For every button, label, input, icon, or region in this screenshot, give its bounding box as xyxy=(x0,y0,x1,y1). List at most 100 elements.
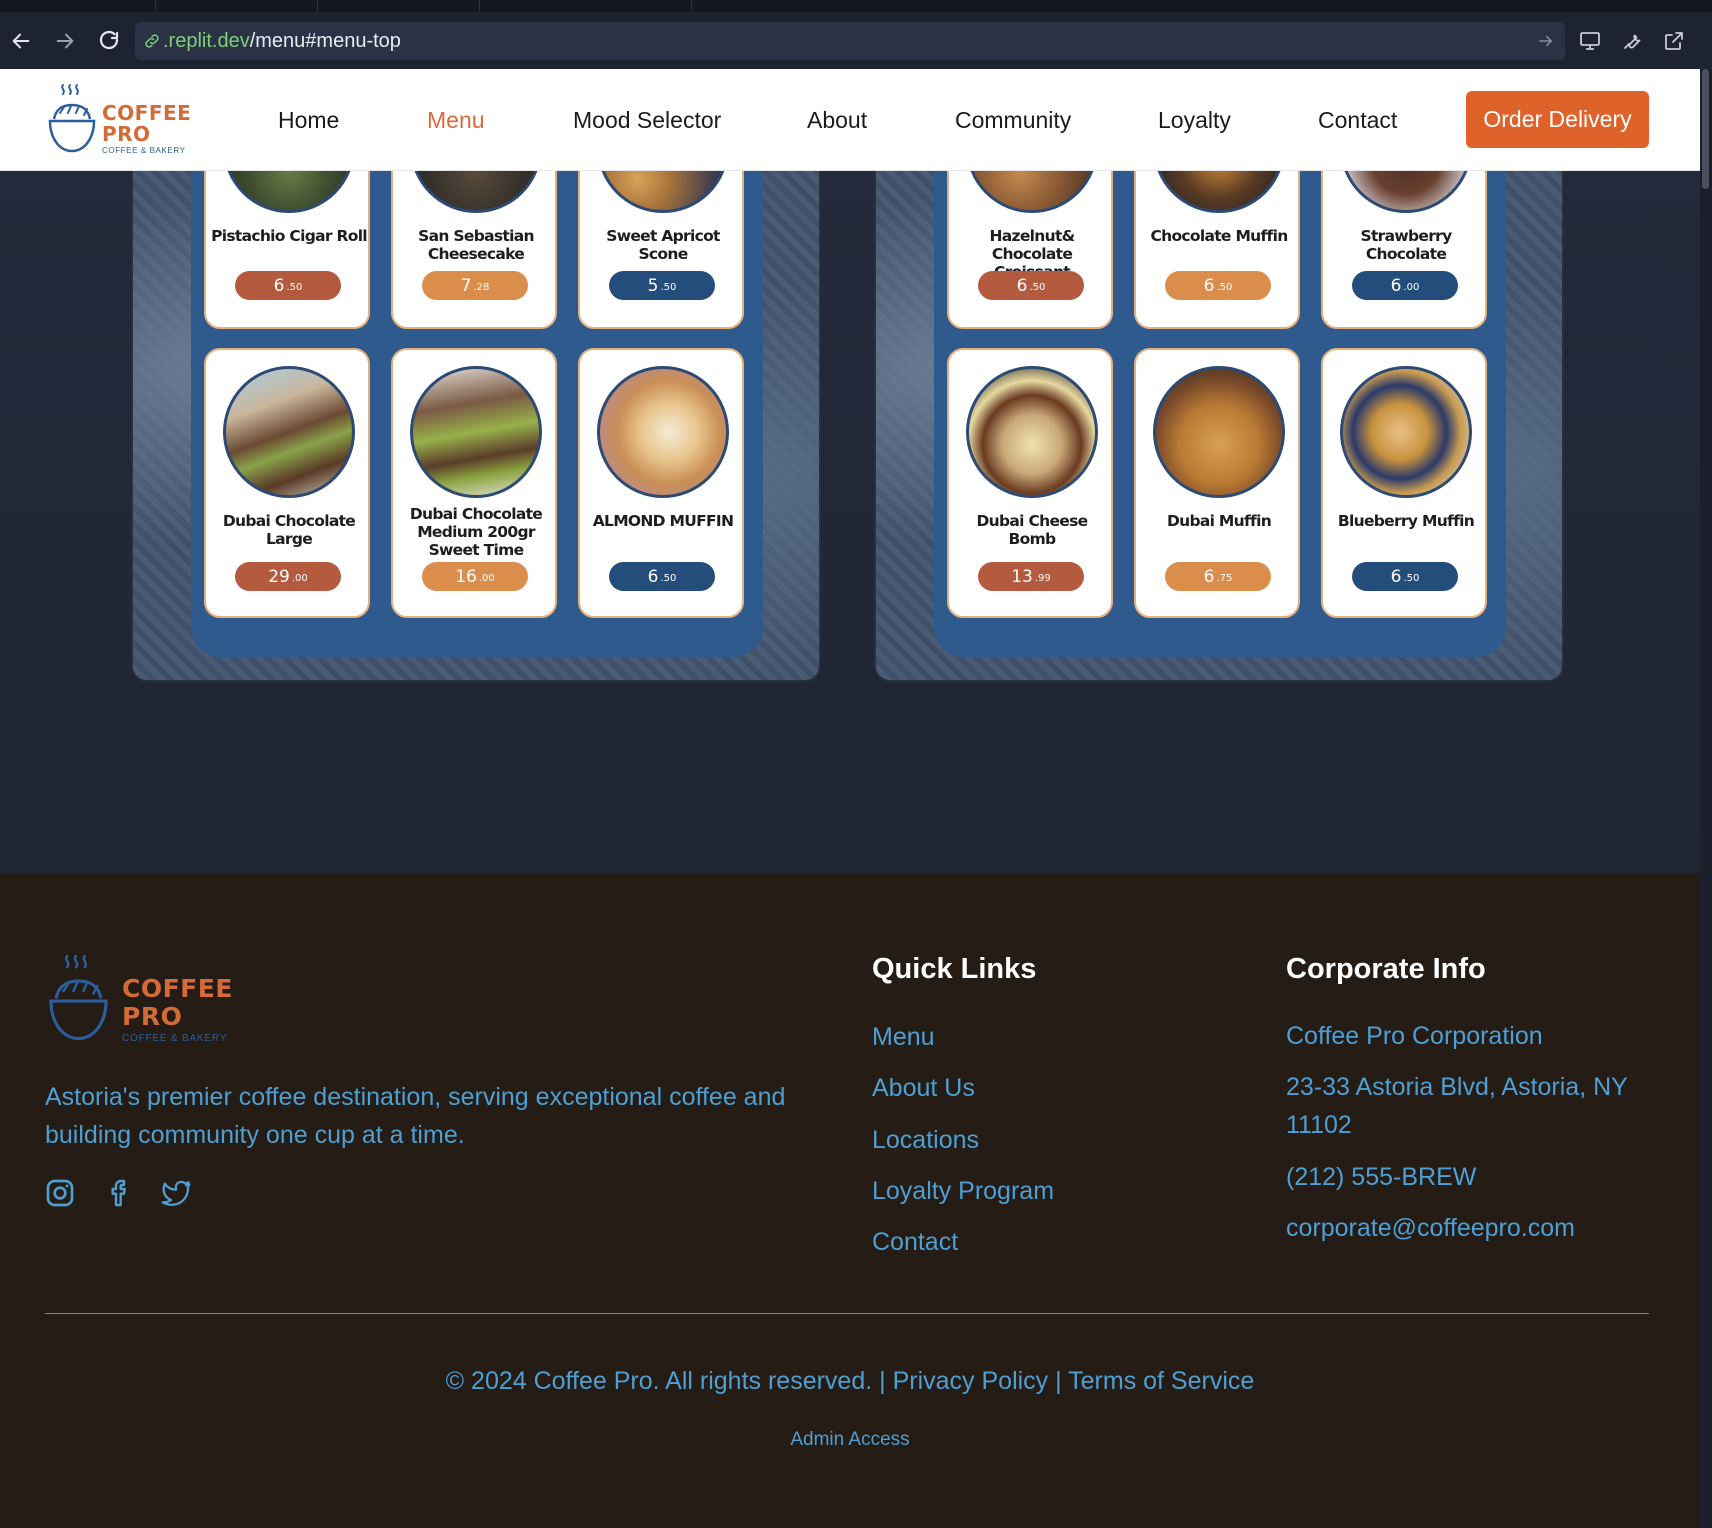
arrow-left-icon xyxy=(12,33,30,49)
address-bar[interactable]: .replit.dev/menu#menu-top xyxy=(135,22,1565,60)
menu-panel: Pistachio Cigar Roll 6.50 San Sebastian … xyxy=(191,171,763,657)
tab-divider xyxy=(317,0,318,12)
item-photo xyxy=(410,171,542,213)
logo-wordmark: COFFEE PRO xyxy=(102,101,192,146)
copyright-line: © 2024 Coffee Pro. All rights reserved. … xyxy=(0,1367,1700,1396)
menu-item-card[interactable]: Dubai Chocolate Medium 200gr Sweet Time … xyxy=(391,348,557,618)
menu-item-card[interactable]: Hazelnut& Chocolate Croissant 6.50 xyxy=(947,171,1113,329)
nav-menu[interactable]: Menu xyxy=(427,107,485,134)
twitter-icon xyxy=(161,1180,191,1206)
item-price: 5.50 xyxy=(609,271,715,300)
external-link-icon xyxy=(1665,32,1683,50)
item-price: 13.99 xyxy=(978,562,1084,591)
page-scrollbar[interactable] xyxy=(1700,69,1712,1528)
arrow-right-icon xyxy=(56,33,74,49)
item-name: San Sebastian Cheesecake xyxy=(418,227,534,263)
logo-tagline: COFFEE & BAKERY xyxy=(102,146,186,155)
menu-item-card[interactable]: Dubai Cheese Bomb 13.99 xyxy=(947,348,1113,618)
item-name: ALMOND MUFFIN xyxy=(592,512,734,530)
menu-item-card[interactable]: San Sebastian Cheesecake 7.28 xyxy=(391,171,557,329)
footer-logo[interactable]: COFFEE PRO COFFEE & BAKERY xyxy=(46,951,236,1051)
menu-item-card[interactable]: Strawberry Chocolate 6.00 xyxy=(1321,171,1487,329)
item-name: Strawberry Chocolate xyxy=(1360,227,1453,263)
menu-item-card[interactable]: Pistachio Cigar Roll 6.50 xyxy=(204,171,370,329)
item-photo xyxy=(597,366,729,498)
menu-item-card[interactable]: Sweet Apricot Scone 5.50 xyxy=(578,171,744,329)
item-photo xyxy=(966,171,1098,213)
corporate-info-heading: Corporate Info xyxy=(1286,953,1486,985)
reload-button[interactable] xyxy=(94,26,124,56)
item-photo xyxy=(410,366,542,498)
footer-link-contact[interactable]: Contact xyxy=(872,1228,958,1257)
menu-item-card[interactable]: Blueberry Muffin 6.50 xyxy=(1321,348,1487,618)
scrollbar-thumb[interactable] xyxy=(1702,69,1709,189)
item-name: Dubai Chocolate Medium 200gr Sweet Time xyxy=(409,505,543,559)
forward-button[interactable] xyxy=(50,26,80,56)
item-photo xyxy=(1340,171,1472,213)
header-logo[interactable]: COFFEE PRO COFFEE & BAKERY xyxy=(46,83,191,159)
item-name: Sweet Apricot Scone xyxy=(606,227,720,263)
menu-item-card[interactable]: ALMOND MUFFIN 6.50 xyxy=(578,348,744,618)
url-text: .replit.dev/menu#menu-top xyxy=(163,30,401,52)
site-footer: COFFEE PRO COFFEE & BAKERY Astoria's prem… xyxy=(0,873,1700,1528)
wrench-icon xyxy=(1624,34,1641,49)
menu-item-card[interactable]: Dubai Chocolate Large 29.00 xyxy=(204,348,370,618)
item-price: 7.28 xyxy=(422,271,528,300)
footer-link-about-us[interactable]: About Us xyxy=(872,1074,975,1103)
item-price: 16.00 xyxy=(422,562,528,591)
item-price: 29.00 xyxy=(235,562,341,591)
item-name: Blueberry Muffin xyxy=(1337,512,1475,530)
item-photo xyxy=(1153,171,1285,213)
item-photo xyxy=(223,171,355,213)
item-price: 6.50 xyxy=(235,271,341,300)
devtools-button[interactable] xyxy=(1617,26,1647,56)
order-delivery-button[interactable]: Order Delivery xyxy=(1466,91,1649,148)
item-price: 6.50 xyxy=(1165,271,1271,300)
terms-of-service-link[interactable]: Terms of Service xyxy=(1068,1367,1254,1395)
footer-logo-tagline: COFFEE & BAKERY xyxy=(122,1033,228,1044)
tab-divider xyxy=(479,0,480,12)
twitter-link[interactable] xyxy=(160,1177,192,1209)
item-price: 6.50 xyxy=(1352,562,1458,591)
browser-toolbar: .replit.dev/menu#menu-top xyxy=(0,12,1712,69)
monitor-icon xyxy=(1580,32,1600,50)
menu-board: Pistachio Cigar Roll 6.50 San Sebastian … xyxy=(131,171,821,682)
menu-board: Hazelnut& Chocolate Croissant 6.50 Choco… xyxy=(874,171,1564,682)
reload-icon xyxy=(99,30,119,50)
footer-link-loyalty-program[interactable]: Loyalty Program xyxy=(872,1177,1054,1206)
item-name: Dubai Muffin xyxy=(1166,512,1272,530)
corporate-email[interactable]: corporate@coffeepro.com xyxy=(1286,1209,1686,1247)
footer-link-menu[interactable]: Menu xyxy=(872,1023,935,1052)
item-name: Chocolate Muffin xyxy=(1150,227,1288,245)
tab-divider xyxy=(155,0,156,12)
nav-home[interactable]: Home xyxy=(278,107,339,134)
instagram-icon xyxy=(46,1179,74,1207)
nav-community[interactable]: Community xyxy=(955,107,1071,134)
corporate-name: Coffee Pro Corporation xyxy=(1286,1022,1543,1050)
menu-item-card[interactable]: Chocolate Muffin 6.50 xyxy=(1134,171,1300,329)
link-icon xyxy=(145,34,159,48)
privacy-policy-link[interactable]: Privacy Policy xyxy=(893,1367,1049,1395)
nav-loyalty[interactable]: Loyalty xyxy=(1158,107,1231,134)
facebook-link[interactable] xyxy=(104,1177,136,1209)
device-preview-button[interactable] xyxy=(1575,26,1605,56)
item-photo xyxy=(1153,366,1285,498)
open-new-tab-button[interactable] xyxy=(1659,26,1689,56)
nav-about[interactable]: About xyxy=(807,107,867,134)
item-photo xyxy=(1340,366,1472,498)
nav-mood-selector[interactable]: Mood Selector xyxy=(573,107,721,134)
footer-link-locations[interactable]: Locations xyxy=(872,1126,979,1155)
menu-item-card[interactable]: Dubai Muffin 6.75 xyxy=(1134,348,1300,618)
item-photo xyxy=(223,366,355,498)
corporate-phone[interactable]: (212) 555-BREW xyxy=(1286,1158,1686,1196)
go-arrow-icon[interactable] xyxy=(1537,32,1555,50)
quick-links-heading: Quick Links xyxy=(872,953,1037,985)
item-name: Dubai Chocolate Large xyxy=(222,512,356,548)
back-button[interactable] xyxy=(6,26,36,56)
instagram-link[interactable] xyxy=(44,1177,76,1209)
copyright-text: © 2024 Coffee Pro. All rights reserved. xyxy=(445,1367,873,1395)
nav-contact[interactable]: Contact xyxy=(1318,107,1397,134)
menu-section: Pistachio Cigar Roll 6.50 San Sebastian … xyxy=(0,171,1700,873)
item-price: 6.50 xyxy=(609,562,715,591)
admin-access-link[interactable]: Admin Access xyxy=(0,1429,1700,1451)
